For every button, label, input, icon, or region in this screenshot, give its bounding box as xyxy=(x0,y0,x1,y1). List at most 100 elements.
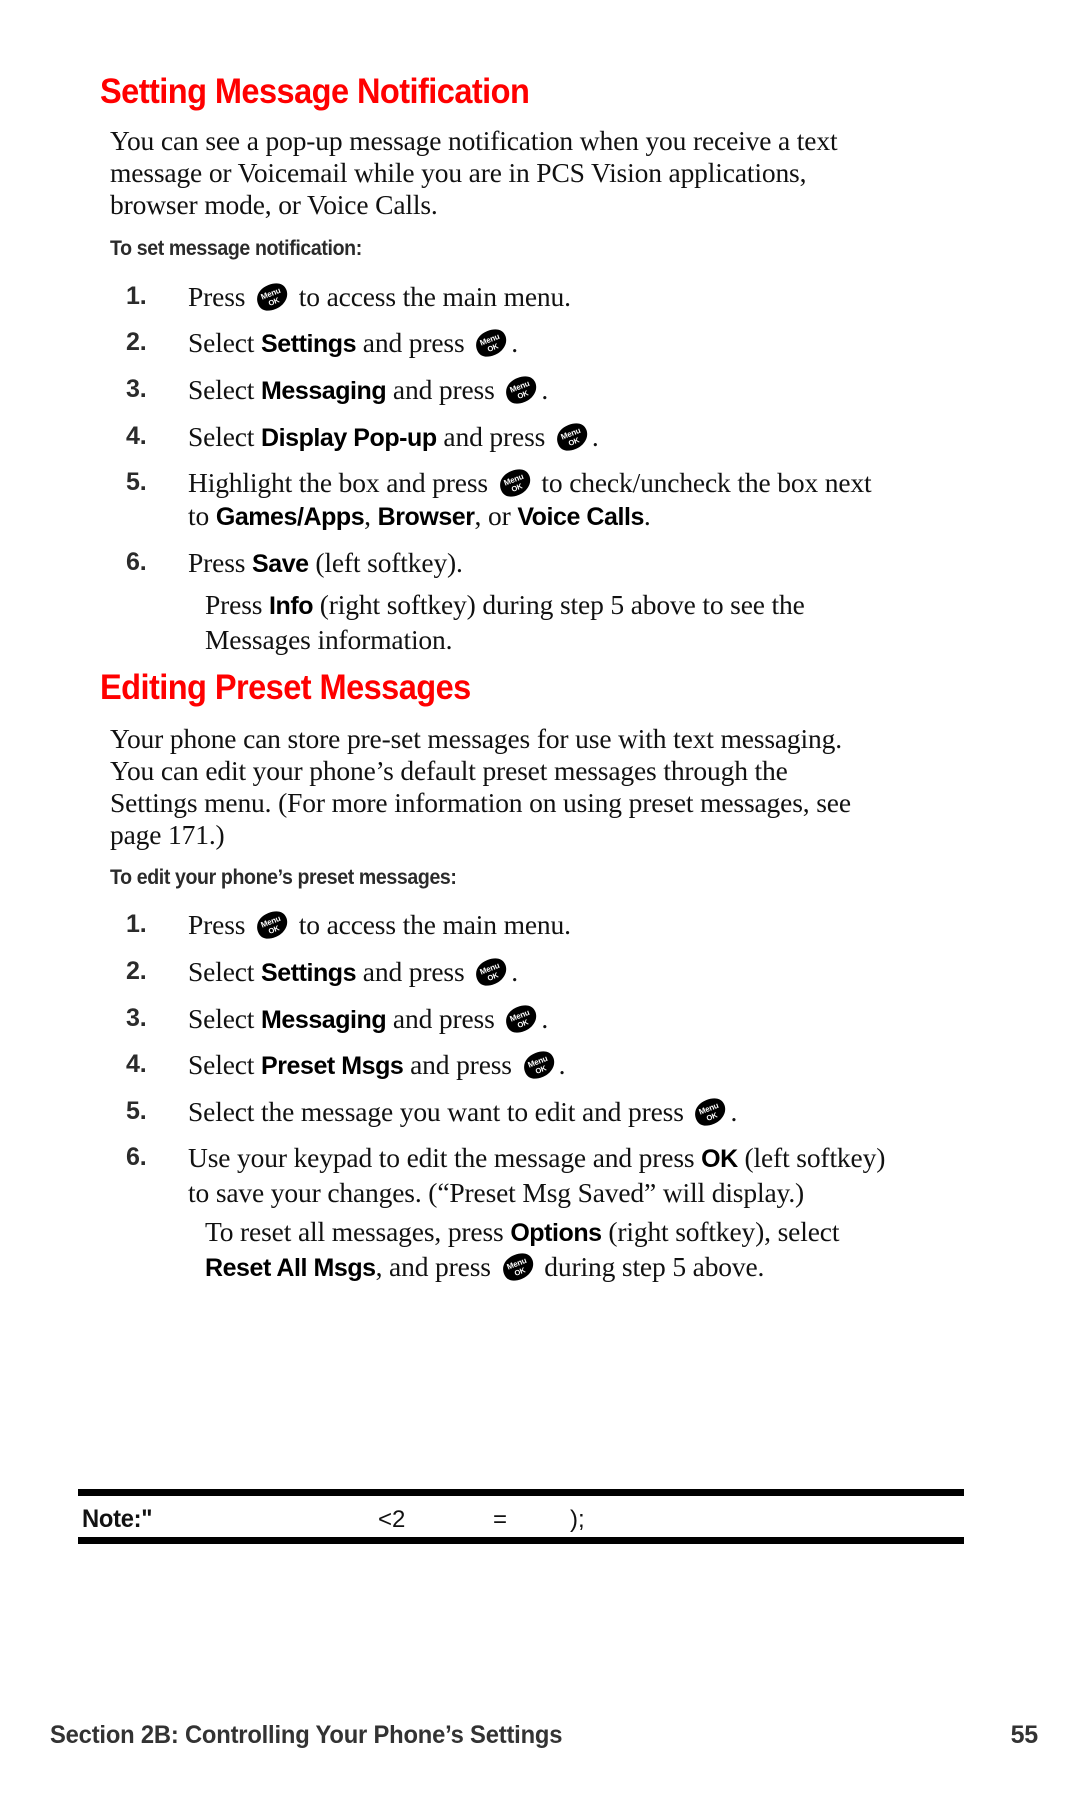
menu-ok-key-icon: Menu OK xyxy=(253,282,291,312)
list-line: Use your keypad to edit the message and … xyxy=(188,1141,966,1176)
list-item-text: Select Messaging and press Menu OK. xyxy=(188,373,926,408)
tip-line: To reset all messages, press Options (ri… xyxy=(205,1215,965,1250)
ui-term: Games/Apps xyxy=(215,503,365,531)
list-line: Select Messaging and press Menu OK. xyxy=(188,1002,926,1037)
section2-tip-paragraph: To reset all messages, press Options (ri… xyxy=(205,1215,965,1285)
text-fragment: , or xyxy=(474,500,518,531)
ui-term: Display Pop-up xyxy=(261,424,437,452)
ui-term: Preset Msgs xyxy=(261,1052,404,1080)
list-item-number: 5. xyxy=(126,468,147,496)
list-line: Select Preset Msgs and press Menu OK. xyxy=(188,1048,926,1083)
list-item-number: 4. xyxy=(126,422,147,450)
ui-term: Settings xyxy=(261,959,357,987)
section2-subheading: To edit your phone’s preset messages: xyxy=(110,866,457,889)
note-fragment: <2 xyxy=(378,1506,406,1533)
text-fragment: Select xyxy=(188,1003,262,1034)
list-item-text: Press Save (left softkey). xyxy=(188,546,926,581)
ui-term: Messaging xyxy=(261,1006,387,1034)
list-item-text: Press Menu OK to access the main menu. xyxy=(188,280,926,313)
menu-ok-key-icon: Menu OK xyxy=(472,957,510,987)
list-item-number: 1. xyxy=(126,282,147,310)
list-item-text: Select Preset Msgs and press Menu OK. xyxy=(188,1048,926,1083)
text-fragment: to access the main menu. xyxy=(292,281,571,312)
list-item-text: Highlight the box and press Menu OK to ch… xyxy=(188,466,956,534)
list-item: 4. Select Preset Msgs and press Menu OK. xyxy=(126,1048,926,1083)
menu-ok-key-icon: Menu OK xyxy=(520,1050,558,1080)
paragraph-line: You can see a pop-up message notificatio… xyxy=(110,125,838,156)
section1-subheading: To set message notification: xyxy=(110,237,362,260)
list-item: 3. Select Messaging and press Menu OK. xyxy=(126,373,926,408)
menu-ok-key-icon: Menu OK xyxy=(472,328,510,358)
list-item-text: Press Menu OK to access the main menu. xyxy=(188,908,926,941)
section2-intro-paragraph: Your phone can store pre-set messages fo… xyxy=(110,723,980,851)
list-line: Press Menu OK to access the main menu. xyxy=(188,280,926,313)
list-item-number: 1. xyxy=(126,910,147,938)
text-fragment: Press xyxy=(205,589,270,620)
text-fragment: To reset all messages, press xyxy=(205,1216,511,1247)
tip-line: Press Info (right softkey) during step 5… xyxy=(205,588,945,623)
note-label: Note:" xyxy=(82,1505,153,1533)
text-fragment: (right softkey), select xyxy=(601,1216,840,1247)
section1-intro-paragraph: You can see a pop-up message notificatio… xyxy=(110,125,950,221)
list-item: 1. Press Menu OK to access the main menu. xyxy=(126,908,926,941)
text-fragment: (left softkey). xyxy=(308,547,463,578)
text-fragment: . xyxy=(511,327,518,358)
ui-term: Info xyxy=(269,592,314,620)
ui-term: Save xyxy=(252,550,309,578)
text-fragment: , xyxy=(364,500,378,531)
list-line: Select Settings and press Menu OK. xyxy=(188,955,926,990)
text-fragment: Select xyxy=(188,374,262,405)
text-fragment: Press xyxy=(188,281,253,312)
list-item-number: 3. xyxy=(126,375,147,403)
text-fragment: and press xyxy=(386,1003,502,1034)
list-item-number: 2. xyxy=(126,328,147,356)
menu-ok-key-icon: Menu OK xyxy=(502,375,540,405)
list-line: Select the message you want to edit and … xyxy=(188,1095,956,1128)
text-fragment: (right softkey) during step 5 above to s… xyxy=(313,589,805,620)
text-fragment: and press xyxy=(356,327,472,358)
list-item-number: 6. xyxy=(126,1143,147,1171)
text-fragment: (left softkey) xyxy=(737,1142,886,1173)
text-fragment: Select xyxy=(188,421,262,452)
paragraph-line: page 171.) xyxy=(110,819,225,850)
list-item-number: 3. xyxy=(126,1004,147,1032)
paragraph-line: You can edit your phone’s default preset… xyxy=(110,755,788,786)
section1-tip-paragraph: Press Info (right softkey) during step 5… xyxy=(205,588,945,656)
text-fragment: to xyxy=(188,500,216,531)
text-fragment: , and press xyxy=(375,1251,498,1282)
menu-ok-key-icon: Menu OK xyxy=(499,1252,537,1282)
list-item-text: Select Settings and press Menu OK. xyxy=(188,955,926,990)
text-fragment: during step 5 above. xyxy=(537,1251,765,1282)
ui-term: Reset All Msgs xyxy=(205,1254,376,1282)
list-item: 2. Select Settings and press Menu OK. xyxy=(126,955,926,990)
ui-term: Settings xyxy=(261,330,357,358)
list-item-number: 6. xyxy=(126,548,147,576)
page-footer: Section 2B: Controlling Your Phone’s Set… xyxy=(50,1718,1038,1752)
list-line: to Games/Apps, Browser, or Voice Calls. xyxy=(188,499,956,534)
list-line: to save your changes. (“Preset Msg Saved… xyxy=(188,1177,805,1208)
list-line: Select Settings and press Menu OK. xyxy=(188,326,926,361)
list-item: 5. Select the message you want to edit a… xyxy=(126,1095,956,1128)
text-fragment: and press xyxy=(356,956,472,987)
text-fragment: . xyxy=(643,500,651,531)
tip-line: Reset All Msgs, and press Menu OK during … xyxy=(205,1250,965,1285)
document-page: Setting Message Notification You can see… xyxy=(0,0,1080,1800)
list-item-text: Select the message you want to edit and … xyxy=(188,1095,956,1128)
list-item-number: 2. xyxy=(126,957,147,985)
footer-section-title: Section 2B: Controlling Your Phone’s Set… xyxy=(50,1720,563,1749)
menu-ok-key-icon: Menu OK xyxy=(691,1097,729,1127)
list-item-text: Select Settings and press Menu OK. xyxy=(188,326,926,361)
text-fragment: Select xyxy=(188,1049,262,1080)
ui-term: Browser xyxy=(377,503,475,531)
section-heading-editing-preset-messages: Editing Preset Messages xyxy=(100,668,471,707)
text-fragment: Use your keypad to edit the message and … xyxy=(188,1142,702,1173)
list-item: 6. Press Save (left softkey). xyxy=(126,546,926,581)
list-item-text: Select Display Pop-up and press Menu OK. xyxy=(188,420,926,455)
paragraph-line: Settings menu. (For more information on … xyxy=(110,787,851,818)
text-fragment: Highlight the box and press xyxy=(188,467,495,498)
tip-line: Messages information. xyxy=(205,624,453,655)
list-item: 1. Press Menu OK to access the main menu. xyxy=(126,280,926,313)
paragraph-line: browser mode, or Voice Calls. xyxy=(110,189,438,220)
list-line: Highlight the box and press Menu OK to ch… xyxy=(188,466,956,499)
ui-term: Messaging xyxy=(261,377,387,405)
